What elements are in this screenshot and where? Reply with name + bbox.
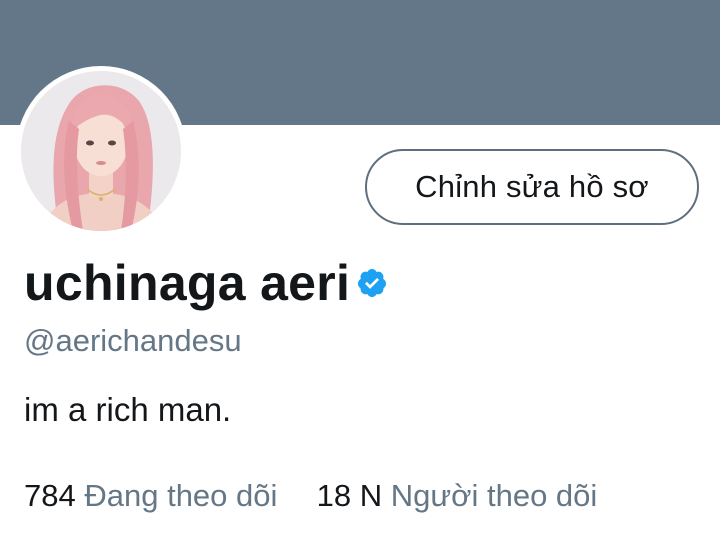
display-name: uchinaga aeri [24, 255, 351, 311]
following-count: 784 [24, 478, 76, 513]
avatar[interactable] [16, 66, 186, 236]
profile-page: Chỉnh sửa hồ sơ uchinaga aeri @aerichand… [0, 0, 720, 560]
name-row: uchinaga aeri [24, 252, 388, 314]
followers-count: 18 N [316, 478, 383, 513]
followers-label: Người theo dõi [390, 478, 598, 513]
following-link[interactable]: 784 Đang theo dõi [24, 478, 286, 513]
avatar-photo [21, 71, 181, 231]
profile-handle: @aerichandesu [24, 323, 242, 358]
edit-profile-button[interactable]: Chỉnh sửa hồ sơ [365, 149, 699, 225]
profile-bio: im a rich man. [24, 391, 232, 428]
verified-badge-icon [356, 267, 388, 299]
following-label: Đang theo dõi [84, 478, 278, 513]
followers-link[interactable]: 18 N Người theo dõi [317, 478, 598, 513]
follow-stats: 784 Đang theo dõi 18 N Người theo dõi [24, 478, 597, 514]
